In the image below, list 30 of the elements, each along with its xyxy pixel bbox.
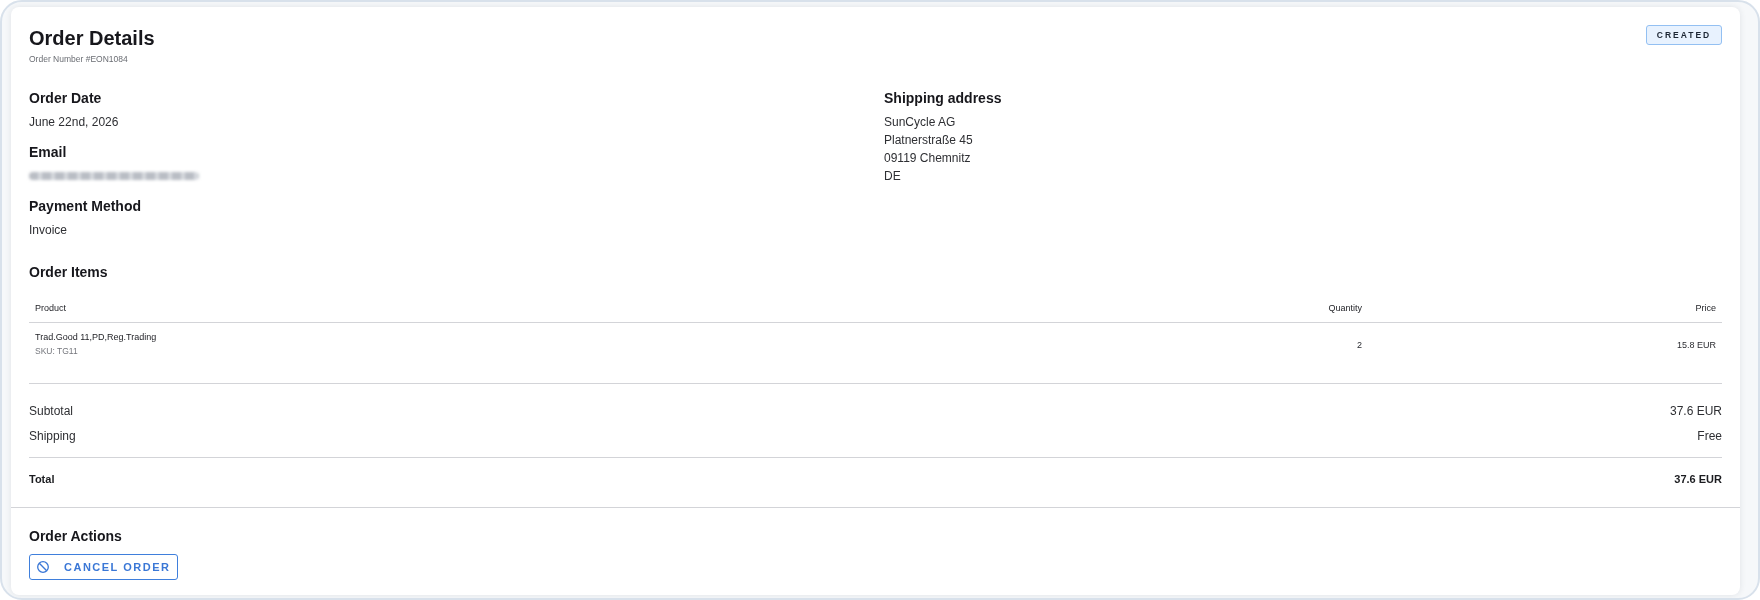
product-sku: SKU: TG11 — [35, 345, 78, 357]
quantity-cell: 2 — [1357, 340, 1362, 350]
summary-value: Free — [1697, 428, 1722, 444]
column-header: Price — [1695, 303, 1716, 313]
ban-icon — [37, 561, 49, 573]
summary-label: Subtotal — [29, 403, 74, 419]
summary-value: 37.6 EUR — [1669, 403, 1722, 419]
cancel-order-button[interactable]: CANCEL ORDER — [29, 554, 179, 580]
field-label: Shipping address — [884, 89, 1002, 107]
field-label: Payment Method — [29, 197, 141, 215]
order-number: Order Number #EON1084 — [29, 54, 128, 64]
summary-label: Shipping — [29, 428, 76, 444]
address-line: 09119 Chemnitz — [884, 150, 971, 167]
address-line: SunCycle AG — [884, 114, 956, 131]
section-title: Order Actions — [29, 527, 122, 545]
section-title: Order Items — [29, 263, 108, 281]
summary-value: 37.6 EUR — [1674, 472, 1722, 486]
column-header: Product — [35, 303, 67, 313]
field-label: Order Date — [29, 89, 102, 107]
price-cell: 15.8 EUR — [1676, 340, 1716, 350]
address-line: DE — [884, 168, 901, 185]
column-header: Quantity — [1328, 303, 1362, 313]
product-name: Trad.Good 11,PD,Reg.Trading — [35, 331, 157, 343]
field-value: June 22nd, 2026 — [29, 114, 119, 131]
status-badge: CREATED — [1646, 25, 1722, 45]
field-label: Email — [29, 143, 67, 161]
page-title: Order Details — [29, 26, 155, 50]
summary-label: Total — [29, 472, 55, 486]
field-value: Invoice — [29, 222, 68, 239]
address-line: Platnerstraße 45 — [884, 132, 973, 149]
